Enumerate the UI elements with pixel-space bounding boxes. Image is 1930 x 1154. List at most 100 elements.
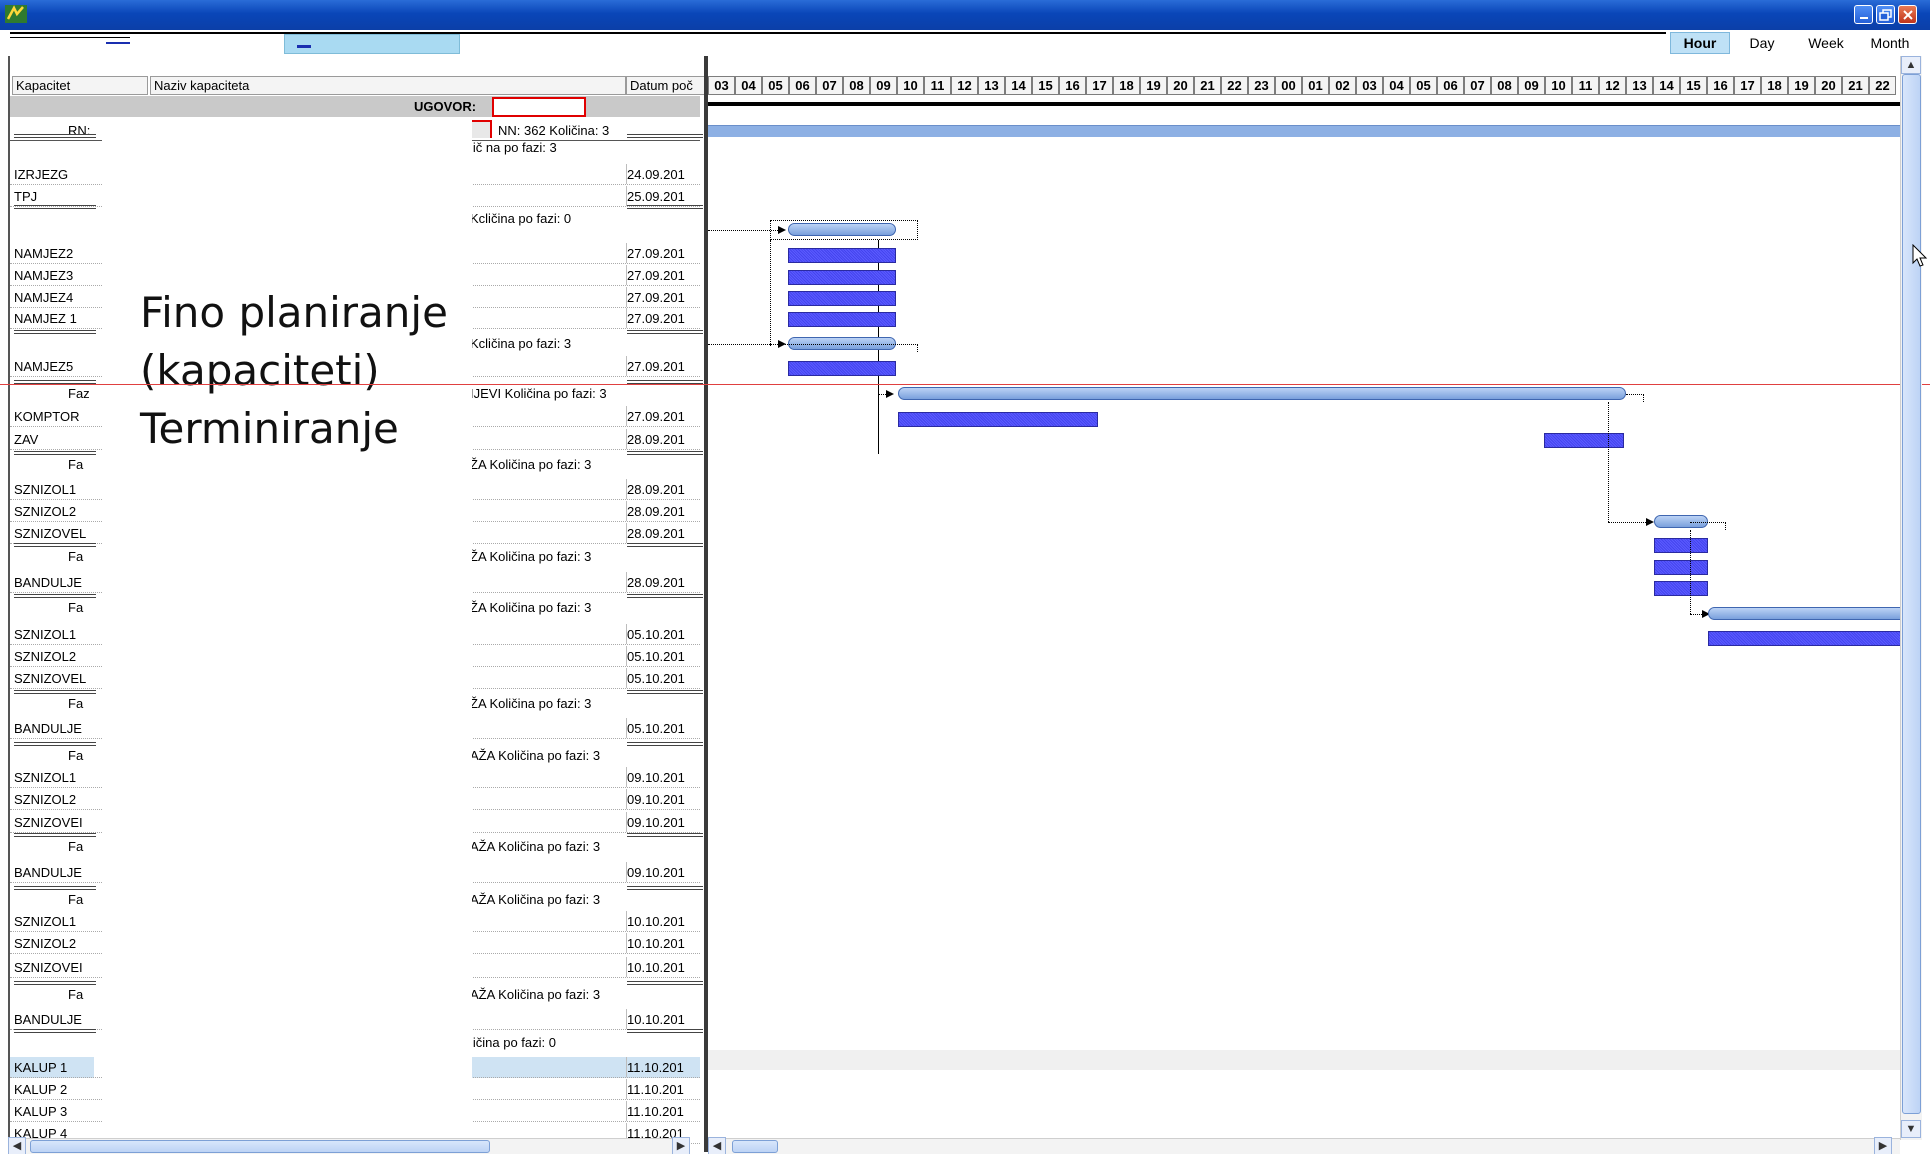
start-date[interactable]: 09.10.201 — [627, 865, 685, 880]
capacity-code[interactable]: SZNIZOL2 — [14, 936, 76, 951]
capacity-code[interactable]: SZNIZOVEI — [14, 815, 83, 830]
capacity-code[interactable]: NAMJEZ4 — [14, 290, 73, 305]
scroll-right-icon[interactable]: ▶ — [672, 1137, 690, 1154]
scale-week-button[interactable]: Week — [1796, 32, 1856, 54]
capacity-code[interactable]: SZNIZOL2 — [14, 792, 76, 807]
restore-icon[interactable] — [1876, 5, 1895, 24]
start-date[interactable]: 27.09.201 — [627, 359, 685, 374]
vertical-scrollbar[interactable]: ▲ ▼ — [1900, 56, 1922, 1140]
capacity-code[interactable]: BANDULJE — [14, 721, 82, 736]
hour-cell: 07 — [816, 76, 843, 95]
capacity-code[interactable]: ZAV — [14, 432, 38, 447]
vertical-scroll-thumb[interactable] — [1902, 74, 1921, 1114]
scale-month-button[interactable]: Month — [1860, 32, 1920, 54]
scroll-up-icon[interactable]: ▲ — [1901, 56, 1921, 74]
start-date[interactable]: 11.10.201 — [627, 1082, 684, 1097]
phase-prefix: Fa — [68, 892, 84, 907]
capacity-code[interactable]: KALUP 3 — [14, 1104, 67, 1119]
task-bar[interactable] — [788, 270, 896, 285]
start-date[interactable]: 27.09.201 — [627, 268, 685, 283]
phase-summary-bar[interactable] — [1708, 607, 1900, 620]
start-date[interactable]: 28.09.201 — [627, 504, 685, 519]
header-naziv-kapaciteta[interactable]: Naziv kapaciteta — [150, 76, 626, 95]
minimize-icon[interactable] — [1854, 5, 1873, 24]
start-date[interactable]: 11.10.201 — [627, 1104, 684, 1119]
start-date[interactable]: 27.09.201 — [627, 409, 685, 424]
capacity-code[interactable]: SZNIZOL1 — [14, 627, 76, 642]
task-bar[interactable] — [788, 312, 896, 327]
phase-summary-bar[interactable] — [898, 387, 1626, 400]
gantt-horizontal-scroll-thumb[interactable] — [732, 1140, 778, 1153]
capacity-code[interactable]: KALUP 2 — [14, 1082, 67, 1097]
capacity-code[interactable]: BANDULJE — [14, 1012, 82, 1027]
capacity-code[interactable]: SZNIZOL1 — [14, 914, 76, 929]
order-summary-bar[interactable] — [708, 125, 1900, 137]
start-date[interactable]: 24.09.201 — [627, 167, 685, 182]
start-date[interactable]: 09.10.201 — [627, 815, 685, 830]
left-horizontal-scrollbar[interactable]: ◀ ▶ — [8, 1137, 690, 1154]
task-bar[interactable] — [788, 291, 896, 306]
start-date[interactable]: 05.10.201 — [627, 721, 685, 736]
start-date[interactable]: 05.10.201 — [627, 649, 685, 664]
capacity-code[interactable]: IZRJEZG — [14, 167, 68, 182]
close-icon[interactable] — [1898, 5, 1917, 24]
capacity-code[interactable]: TPJ — [14, 189, 37, 204]
start-date[interactable]: 28.09.201 — [627, 482, 685, 497]
start-date[interactable]: 25.09.201 — [627, 189, 685, 204]
hour-cell: 16 — [1707, 76, 1734, 95]
start-date[interactable]: 11.10.201 — [627, 1060, 684, 1075]
start-date[interactable]: 10.10.201 — [627, 1012, 685, 1027]
scroll-left-icon[interactable]: ◀ — [8, 1137, 26, 1154]
ugovor-input[interactable] — [492, 97, 586, 117]
hour-cell: 05 — [1410, 76, 1437, 95]
start-date[interactable]: 27.09.201 — [627, 246, 685, 261]
capacity-code[interactable]: SZNIZOL1 — [14, 770, 76, 785]
start-date[interactable]: 10.10.201 — [627, 960, 685, 975]
start-date[interactable]: 05.10.201 — [627, 627, 685, 642]
start-date[interactable]: 10.10.201 — [627, 936, 685, 951]
capacity-code[interactable]: SZNIZOVEI — [14, 960, 83, 975]
capacity-code[interactable]: SZNIZOL1 — [14, 482, 76, 497]
scale-day-button[interactable]: Day — [1732, 32, 1792, 54]
start-date[interactable]: 09.10.201 — [627, 770, 685, 785]
start-date[interactable]: 28.09.201 — [627, 526, 685, 541]
task-bar[interactable] — [898, 412, 1098, 427]
start-date[interactable]: 10.10.201 — [627, 914, 685, 929]
scroll-down-icon[interactable]: ▼ — [1901, 1120, 1921, 1138]
capacity-code[interactable]: NAMJEZ5 — [14, 359, 73, 374]
capacity-code[interactable]: NAMJEZ2 — [14, 246, 73, 261]
capacity-code[interactable]: SZNIZOL2 — [14, 649, 76, 664]
capacity-code[interactable]: NAMJEZ3 — [14, 268, 73, 283]
scale-hour-button[interactable]: Hour — [1670, 32, 1730, 54]
gantt-scroll-left-icon[interactable]: ◀ — [708, 1137, 726, 1154]
capacity-code[interactable]: SZNIZOL2 — [14, 504, 76, 519]
task-bar[interactable] — [1708, 631, 1900, 646]
gantt-horizontal-scrollbar[interactable]: ◀ ▶ — [708, 1137, 1900, 1154]
capacity-code[interactable]: BANDULJE — [14, 865, 82, 880]
task-bar[interactable] — [1654, 560, 1708, 575]
start-date[interactable]: 05.10.201 — [627, 671, 685, 686]
start-date[interactable]: 28.09.201 — [627, 432, 685, 447]
start-date[interactable]: 28.09.201 — [627, 575, 685, 590]
task-bar[interactable] — [1544, 433, 1624, 448]
capacity-code[interactable]: KALUP 1 — [14, 1060, 67, 1075]
capacity-code[interactable]: NAMJEZ 1 — [14, 311, 77, 326]
start-date[interactable]: 27.09.201 — [627, 311, 685, 326]
phase-divider — [14, 330, 96, 334]
capacity-code[interactable]: BANDULJE — [14, 575, 82, 590]
start-date[interactable]: 27.09.201 — [627, 290, 685, 305]
column-divider — [626, 1101, 627, 1121]
left-horizontal-scroll-thumb[interactable] — [30, 1140, 490, 1153]
header-kapacitet[interactable]: Kapacitet — [12, 76, 148, 95]
capacity-code[interactable]: SZNIZOVEL — [14, 671, 86, 686]
start-date[interactable]: 09.10.201 — [627, 792, 685, 807]
gantt-scroll-right-icon[interactable]: ▶ — [1874, 1137, 1892, 1154]
task-bar[interactable] — [1654, 538, 1708, 553]
column-divider — [626, 429, 627, 449]
capacity-code[interactable]: SZNIZOVEL — [14, 526, 86, 541]
task-bar[interactable] — [788, 248, 896, 263]
header-datum-poc[interactable]: Datum poč — [626, 76, 708, 95]
task-bar[interactable] — [788, 361, 896, 376]
task-bar[interactable] — [1654, 581, 1708, 596]
capacity-code[interactable]: KOMPTOR — [14, 409, 80, 424]
